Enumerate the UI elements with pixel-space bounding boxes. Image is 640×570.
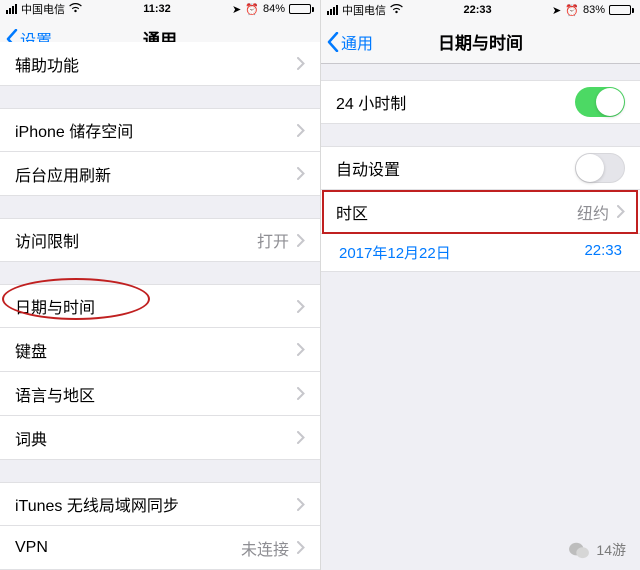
- settings-list: 辅助功能 iPhone 储存空间 后台应用刷新 访问限制 打开 日期与时间: [0, 60, 320, 570]
- row-accessibility[interactable]: 辅助功能: [0, 42, 320, 86]
- battery-icon: [609, 5, 634, 15]
- back-label: 通用: [341, 30, 373, 54]
- row-dictionary[interactable]: 词典: [0, 416, 320, 460]
- signal-icon: [6, 4, 17, 14]
- battery-percent: 84%: [263, 3, 285, 15]
- status-bar: 中国电信 22:33 ➤ ⏰ 83%: [321, 0, 640, 20]
- row-label: 24 小时制: [336, 90, 575, 114]
- wifi-icon: [69, 3, 82, 16]
- row-auto[interactable]: 自动设置: [321, 146, 640, 190]
- row-label: 访问限制: [15, 228, 257, 252]
- wifi-icon: [390, 4, 403, 17]
- toggle-24h[interactable]: [575, 87, 625, 117]
- row-storage[interactable]: iPhone 储存空间: [0, 108, 320, 152]
- chevron-right-icon: [297, 124, 305, 137]
- row-lang-region[interactable]: 语言与地区: [0, 372, 320, 416]
- location-icon: ➤: [232, 3, 241, 16]
- row-vpn[interactable]: VPN 未连接: [0, 526, 320, 570]
- chevron-right-icon: [297, 541, 305, 554]
- row-datetime-display[interactable]: 2017年12月22日 22:33: [321, 234, 640, 272]
- carrier-label: 中国电信: [342, 2, 386, 18]
- status-bar: 中国电信 11:32 ➤ ⏰ 84%: [0, 0, 320, 19]
- battery-icon: [289, 4, 314, 14]
- status-time: 11:32: [143, 3, 171, 15]
- row-value: 打开: [257, 228, 289, 252]
- chevron-right-icon: [617, 205, 625, 218]
- right-screenshot: 中国电信 22:33 ➤ ⏰ 83% 通用 日期与时间 24: [320, 0, 640, 570]
- battery-percent: 83%: [583, 4, 605, 16]
- watermark: 14游: [568, 540, 626, 560]
- time-value: 22:33: [584, 242, 622, 263]
- row-label: 辅助功能: [15, 52, 289, 76]
- alarm-icon: ⏰: [245, 3, 259, 16]
- carrier-label: 中国电信: [21, 1, 65, 17]
- row-keyboard[interactable]: 键盘: [0, 328, 320, 372]
- signal-icon: [327, 5, 338, 15]
- left-screenshot: 中国电信 11:32 ➤ ⏰ 84% 设置 通用 辅助功能: [0, 0, 320, 570]
- chevron-right-icon: [297, 167, 305, 180]
- row-label: VPN: [15, 539, 241, 557]
- chevron-right-icon: [297, 343, 305, 356]
- chevron-right-icon: [297, 431, 305, 444]
- wechat-icon: [568, 541, 590, 559]
- toggle-auto[interactable]: [575, 153, 625, 183]
- date-value: 2017年12月22日: [339, 242, 451, 263]
- row-restrictions[interactable]: 访问限制 打开: [0, 218, 320, 262]
- row-itunes-wifi[interactable]: iTunes 无线局域网同步: [0, 482, 320, 526]
- row-value: 未连接: [241, 536, 289, 560]
- row-label: 后台应用刷新: [15, 162, 289, 186]
- chevron-right-icon: [297, 234, 305, 247]
- row-label: 时区: [336, 200, 577, 224]
- row-bg-refresh[interactable]: 后台应用刷新: [0, 152, 320, 196]
- row-label: 语言与地区: [15, 382, 289, 406]
- chevron-right-icon: [297, 300, 305, 313]
- chevron-right-icon: [297, 498, 305, 511]
- location-icon: ➤: [552, 4, 561, 17]
- chevron-right-icon: [297, 387, 305, 400]
- datetime-list: 24 小时制 自动设置 时区 纽约 2017年12月22日 22:33: [321, 64, 640, 272]
- row-value: 纽约: [577, 200, 609, 224]
- chevron-right-icon: [297, 57, 305, 70]
- chevron-left-icon: [327, 32, 339, 52]
- row-label: 词典: [15, 426, 289, 450]
- row-24h[interactable]: 24 小时制: [321, 80, 640, 124]
- alarm-icon: ⏰: [565, 4, 579, 17]
- row-label: 自动设置: [336, 156, 575, 180]
- watermark-label: 14游: [596, 540, 626, 560]
- nav-bar: 通用 日期与时间: [321, 20, 640, 64]
- row-label: iTunes 无线局域网同步: [15, 492, 289, 516]
- status-time: 22:33: [463, 4, 491, 16]
- back-button[interactable]: 通用: [321, 30, 373, 54]
- row-label: 日期与时间: [15, 294, 289, 318]
- row-date-time[interactable]: 日期与时间: [0, 284, 320, 328]
- row-label: iPhone 储存空间: [15, 118, 289, 142]
- row-timezone[interactable]: 时区 纽约: [321, 190, 640, 234]
- row-label: 键盘: [15, 338, 289, 362]
